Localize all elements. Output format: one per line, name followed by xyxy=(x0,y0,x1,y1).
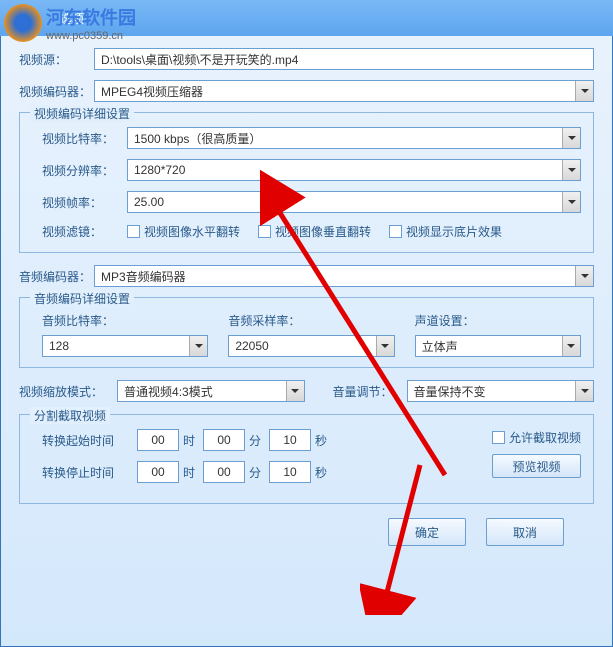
dropdown-icon[interactable] xyxy=(575,381,593,401)
video-encoder-combo[interactable]: MPEG4视频压缩器 xyxy=(94,80,594,102)
scale-mode-combo[interactable]: 普通视频4:3模式 xyxy=(117,380,304,402)
dropdown-icon[interactable] xyxy=(286,381,304,401)
dropdown-icon[interactable] xyxy=(376,336,394,356)
checkbox-icon xyxy=(389,225,402,238)
min-unit: 分 xyxy=(249,464,261,481)
volume-value: 音量保持不变 xyxy=(408,381,575,401)
audio-encoder-combo[interactable]: MP3音频编码器 xyxy=(94,265,594,287)
stop-time-label: 转换停止时间 xyxy=(42,464,137,481)
start-time-label: 转换起始时间 xyxy=(42,432,137,449)
video-source-label: 视频源： xyxy=(19,51,94,68)
start-hour-input[interactable] xyxy=(137,429,179,451)
volume-label: 音量调节： xyxy=(333,383,399,400)
video-detail-title: 视频编码详细设置 xyxy=(30,105,134,122)
flip-h-label: 视频图像水平翻转 xyxy=(144,223,240,240)
start-sec-input[interactable] xyxy=(269,429,311,451)
flip-h-checkbox-item[interactable]: 视频图像水平翻转 xyxy=(127,223,240,240)
video-bitrate-label: 视频比特率： xyxy=(42,130,127,147)
watermark: 河东软件园 www.pc0359.cn xyxy=(0,0,140,46)
watermark-logo-icon xyxy=(4,4,42,42)
audio-samplerate-combo[interactable]: 22050 xyxy=(228,335,394,357)
dropdown-icon[interactable] xyxy=(562,192,580,212)
audio-samplerate-label: 音频采样率： xyxy=(228,312,394,329)
video-fps-combo[interactable]: 25.00 xyxy=(127,191,581,213)
hour-unit: 时 xyxy=(183,464,195,481)
watermark-url: www.pc0359.cn xyxy=(46,30,136,42)
video-bitrate-combo[interactable]: 1500 kbps（很高质量） xyxy=(127,127,581,149)
volume-combo[interactable]: 音量保持不变 xyxy=(407,380,594,402)
negative-checkbox-item[interactable]: 视频显示底片效果 xyxy=(389,223,502,240)
video-detail-fieldset: 视频编码详细设置 视频比特率： 1500 kbps（很高质量） 视频分辨率： 1… xyxy=(19,112,594,253)
allow-cut-checkbox-item[interactable]: 允许截取视频 xyxy=(492,429,581,446)
sec-unit: 秒 xyxy=(315,464,327,481)
cut-fieldset: 分割截取视频 转换起始时间 时 分 秒 转换停止时间 时 分 xyxy=(19,414,594,504)
hour-unit: 时 xyxy=(183,432,195,449)
dropdown-icon[interactable] xyxy=(575,266,593,286)
video-source-input[interactable] xyxy=(94,48,594,70)
flip-v-checkbox-item[interactable]: 视频图像垂直翻转 xyxy=(258,223,371,240)
video-resolution-combo[interactable]: 1280*720 xyxy=(127,159,581,181)
video-bitrate-value: 1500 kbps（很高质量） xyxy=(128,128,562,148)
video-fps-value: 25.00 xyxy=(128,192,562,212)
cut-title: 分割截取视频 xyxy=(30,407,110,424)
audio-channel-combo[interactable]: 立体声 xyxy=(415,335,581,357)
audio-detail-fieldset: 音频编码详细设置 音频比特率： 128 音频采样率： 22050 声道设置： xyxy=(19,297,594,368)
preview-button[interactable]: 预览视频 xyxy=(492,454,581,478)
dropdown-icon[interactable] xyxy=(562,336,580,356)
watermark-title: 河东软件园 xyxy=(46,4,136,30)
negative-label: 视频显示底片效果 xyxy=(406,223,502,240)
audio-channel-label: 声道设置： xyxy=(415,312,581,329)
scale-mode-value: 普通视频4:3模式 xyxy=(118,381,285,401)
stop-hour-input[interactable] xyxy=(137,461,179,483)
dropdown-icon[interactable] xyxy=(189,336,207,356)
start-min-input[interactable] xyxy=(203,429,245,451)
audio-samplerate-value: 22050 xyxy=(229,336,375,356)
flip-v-label: 视频图像垂直翻转 xyxy=(275,223,371,240)
min-unit: 分 xyxy=(249,432,261,449)
video-filter-label: 视频滤镜： xyxy=(42,223,127,240)
cancel-button[interactable]: 取消 xyxy=(486,518,564,546)
video-fps-label: 视频帧率： xyxy=(42,194,127,211)
video-encoder-label: 视频编码器： xyxy=(19,83,94,100)
allow-cut-label: 允许截取视频 xyxy=(509,429,581,446)
audio-bitrate-value: 128 xyxy=(43,336,189,356)
stop-min-input[interactable] xyxy=(203,461,245,483)
checkbox-icon xyxy=(127,225,140,238)
video-encoder-value: MPEG4视频压缩器 xyxy=(95,81,575,101)
stop-sec-input[interactable] xyxy=(269,461,311,483)
dropdown-icon[interactable] xyxy=(562,128,580,148)
video-resolution-label: 视频分辨率： xyxy=(42,162,127,179)
audio-encoder-value: MP3音频编码器 xyxy=(95,266,575,286)
dialog-content: 视频源： 视频编码器： MPEG4视频压缩器 视频编码详细设置 视频比特率： 1… xyxy=(0,36,613,647)
audio-channel-value: 立体声 xyxy=(416,336,562,356)
audio-detail-title: 音频编码详细设置 xyxy=(30,290,134,307)
checkbox-icon xyxy=(492,431,505,444)
audio-bitrate-combo[interactable]: 128 xyxy=(42,335,208,357)
audio-bitrate-label: 音频比特率： xyxy=(42,312,208,329)
checkbox-icon xyxy=(258,225,271,238)
ok-button[interactable]: 确定 xyxy=(388,518,466,546)
scale-mode-label: 视频缩放模式： xyxy=(19,383,109,400)
sec-unit: 秒 xyxy=(315,432,327,449)
dropdown-icon[interactable] xyxy=(562,160,580,180)
dropdown-icon[interactable] xyxy=(575,81,593,101)
video-resolution-value: 1280*720 xyxy=(128,160,562,180)
audio-encoder-label: 音频编码器： xyxy=(19,268,94,285)
